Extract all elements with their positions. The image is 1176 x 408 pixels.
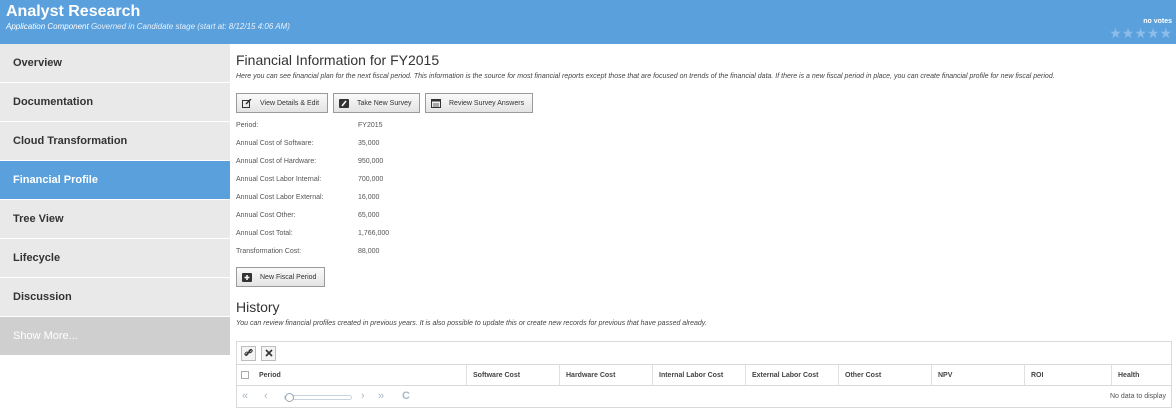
column-label: Hardware Cost <box>566 371 616 379</box>
sidebar-item-label: Discussion <box>13 291 72 303</box>
column-header-npv[interactable]: NPV <box>931 365 1024 385</box>
column-header-internal-labor-cost[interactable]: Internal Labor Cost <box>652 365 745 385</box>
sidebar-item-label: Lifecycle <box>13 252 61 264</box>
detail-label: Annual Cost Other: <box>236 212 296 219</box>
history-description: You can review financial profiles create… <box>236 320 707 327</box>
page-title: Financial Information for FY2015 <box>236 52 440 68</box>
sidebar-item-discussion[interactable]: Discussion <box>0 278 230 317</box>
new-fiscal-period-button[interactable]: New Fiscal Period <box>236 267 326 287</box>
sidebar-item-label: Show More... <box>13 330 78 342</box>
column-header-period[interactable]: Period <box>237 365 466 385</box>
sidebar: Overview Documentation Cloud Transformat… <box>0 44 230 356</box>
detail-value: 700,000 <box>358 176 384 183</box>
sidebar-item-label: Cloud Transformation <box>13 135 128 147</box>
detail-label: Period: <box>236 122 259 129</box>
detail-label: Annual Cost of Software: <box>236 140 314 147</box>
refresh-icon[interactable]: C <box>402 390 410 402</box>
view-details-edit-button[interactable]: View Details & Edit <box>236 93 329 113</box>
component-status: Application Component Governed in Candid… <box>6 22 290 31</box>
sidebar-item-documentation[interactable]: Documentation <box>0 83 230 122</box>
sidebar-item-cloud-transformation[interactable]: Cloud Transformation <box>0 122 230 161</box>
sidebar-item-label: Documentation <box>13 96 94 108</box>
view-details-edit-label: View Details & Edit <box>260 99 320 107</box>
column-label: Period <box>259 371 281 379</box>
sidebar-item-label: Financial Profile <box>13 174 98 186</box>
column-label: Other Cost <box>845 371 882 379</box>
detail-value: FY2015 <box>358 122 383 129</box>
column-label: Internal Labor Cost <box>659 371 724 379</box>
review-survey-answers-label: Review Survey Answers <box>449 99 525 107</box>
history-grid: Period Software Cost Hardware Cost Inter… <box>236 341 1172 408</box>
link-icon <box>244 348 253 359</box>
take-new-survey-button[interactable]: Take New Survey <box>333 93 421 113</box>
column-header-health[interactable]: Health <box>1111 365 1171 385</box>
column-header-software-cost[interactable]: Software Cost <box>466 365 559 385</box>
new-fiscal-period-label: New Fiscal Period <box>260 273 317 281</box>
page-slider-knob[interactable] <box>285 393 294 402</box>
prev-page-icon[interactable]: ‹ <box>264 390 268 402</box>
take-new-survey-label: Take New Survey <box>357 99 412 107</box>
app-title: Analyst Research <box>6 3 141 20</box>
select-all-checkbox[interactable] <box>241 371 249 379</box>
grid-header: Period Software Cost Hardware Cost Inter… <box>237 364 1171 386</box>
column-label: Health <box>1118 371 1140 379</box>
history-title: History <box>236 299 280 315</box>
detail-value: 16,000 <box>358 194 380 201</box>
detail-label: Annual Cost Total: <box>236 230 293 237</box>
edit-icon <box>242 98 252 108</box>
empty-grid-message: No data to display <box>1109 393 1166 400</box>
column-header-external-labor-cost[interactable]: External Labor Cost <box>745 365 838 385</box>
plus-icon <box>242 272 252 282</box>
last-page-icon[interactable]: » <box>378 390 384 402</box>
column-label: ROI <box>1031 371 1044 379</box>
sidebar-item-overview[interactable]: Overview <box>0 44 230 83</box>
list-icon <box>431 98 441 108</box>
sidebar-item-tree-view[interactable]: Tree View <box>0 200 230 239</box>
sidebar-item-financial-profile[interactable]: Financial Profile <box>0 161 230 200</box>
detail-label: Annual Cost Labor Internal: <box>236 176 322 183</box>
sidebar-item-lifecycle[interactable]: Lifecycle <box>0 239 230 278</box>
column-header-hardware-cost[interactable]: Hardware Cost <box>559 365 652 385</box>
detail-value: 35,000 <box>358 140 380 147</box>
page-slider[interactable] <box>284 393 352 402</box>
delete-button[interactable] <box>261 346 276 361</box>
rating-stars[interactable]: ★★★★★ <box>1109 26 1172 40</box>
next-page-icon[interactable]: › <box>361 390 365 402</box>
app-header: Analyst Research Application Component G… <box>0 0 1176 44</box>
sidebar-item-show-more[interactable]: Show More... <box>0 317 230 356</box>
column-header-other-cost[interactable]: Other Cost <box>838 365 931 385</box>
sidebar-item-label: Tree View <box>13 213 64 225</box>
detail-label: Annual Cost of Hardware: <box>236 158 317 165</box>
column-label: NPV <box>938 371 953 379</box>
column-label: Software Cost <box>473 371 521 379</box>
detail-value: 88,000 <box>358 248 380 255</box>
link-button[interactable] <box>241 346 256 361</box>
sidebar-item-label: Overview <box>13 57 62 69</box>
detail-value: 65,000 <box>358 212 380 219</box>
column-header-roi[interactable]: ROI <box>1024 365 1111 385</box>
detail-label: Transformation Cost: <box>236 248 302 255</box>
detail-value: 1,766,000 <box>358 230 390 237</box>
column-label: External Labor Cost <box>752 371 819 379</box>
review-survey-answers-button[interactable]: Review Survey Answers <box>425 93 534 113</box>
detail-label: Annual Cost Labor External: <box>236 194 324 201</box>
component-type[interactable]: Application Component <box>6 22 89 31</box>
pencil-icon <box>339 98 349 108</box>
votes-count: no votes <box>1143 18 1172 25</box>
grid-toolbar <box>237 342 1171 364</box>
first-page-icon[interactable]: « <box>242 390 248 402</box>
page-description: Here you can see financial plan for the … <box>236 73 1055 80</box>
lifecycle-status: Governed in Candidate stage (start at: 8… <box>88 22 290 31</box>
grid-pager: « ‹ › » C No data to display <box>237 386 1171 407</box>
close-icon <box>264 348 273 359</box>
detail-value: 950,000 <box>358 158 384 165</box>
